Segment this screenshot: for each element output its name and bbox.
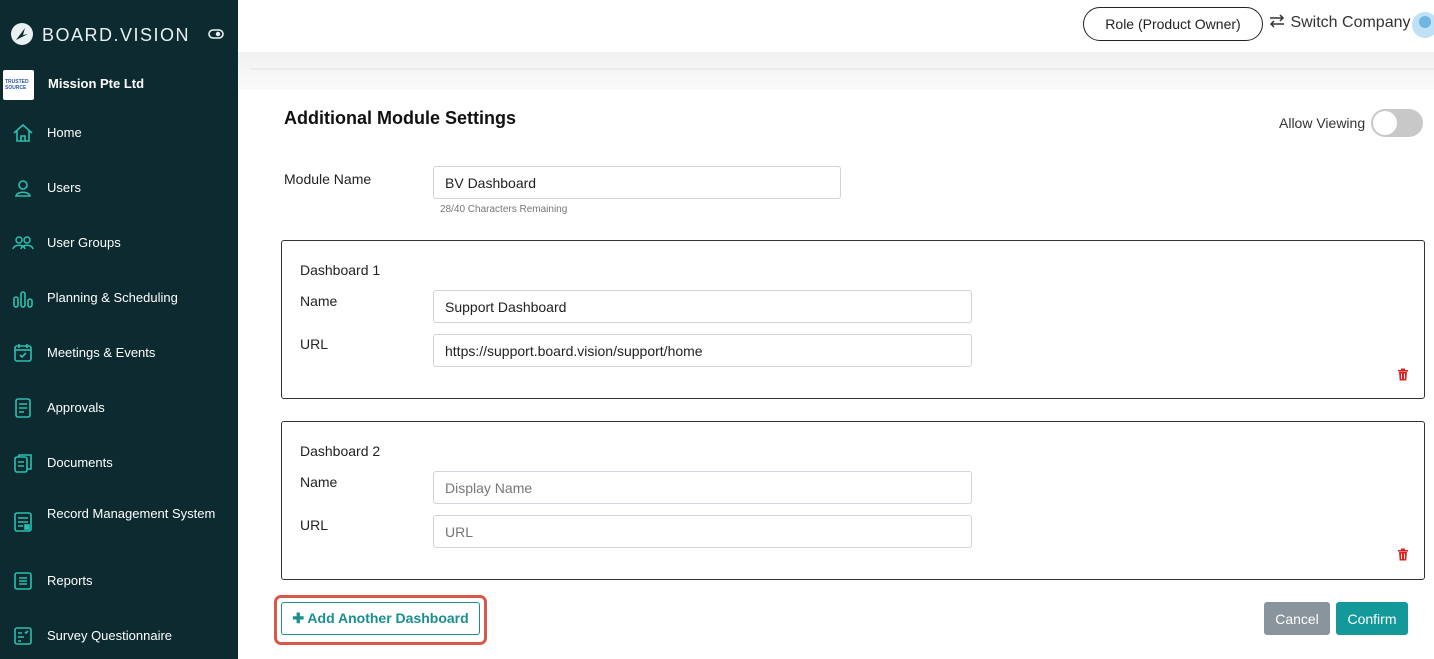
top-bar-shadow [238, 52, 1434, 90]
survey-icon [14, 627, 32, 645]
dashboard-url-input[interactable] [433, 515, 972, 548]
brand-logo[interactable]: BOARD.VISION [0, 14, 238, 54]
sidebar-item-label: Record Management System [47, 506, 216, 521]
sidebar-toggle-icon[interactable] [208, 26, 224, 42]
delete-trash-icon[interactable] [1397, 368, 1409, 381]
module-name-label: Module Name [284, 171, 372, 187]
dashboard-card-1: Dashboard 1 Name URL [281, 240, 1425, 399]
delete-trash-icon[interactable] [1397, 548, 1409, 561]
bar-chart-icon [13, 291, 33, 308]
dashboard-title: Dashboard 2 [300, 443, 381, 459]
board-vision-logo-icon [11, 23, 33, 45]
add-dashboard-label: Add Another Dashboard [307, 610, 469, 626]
dashboard-url-label: URL [300, 336, 329, 352]
user-groups-icon [12, 236, 34, 250]
company-switcher[interactable]: TRUSTED SOURCE Mission Pte Ltd [0, 68, 238, 100]
sidebar-item-label: Meetings & Events [47, 345, 156, 360]
allow-viewing-toggle[interactable] [1371, 109, 1423, 137]
sidebar-item-approvals[interactable]: Approvals [0, 386, 238, 430]
switch-company-label: Switch Company [1290, 14, 1411, 31]
sidebar-item-meetings-events[interactable]: Meetings & Events [0, 331, 238, 375]
confirm-button[interactable]: Confirm [1336, 602, 1408, 635]
sidebar-item-record-management[interactable]: Record Management System [0, 500, 238, 544]
document-icon [15, 398, 31, 418]
page-title: Additional Module Settings [284, 108, 516, 128]
list-icon [14, 572, 32, 590]
sidebar-item-users[interactable]: Users [0, 166, 238, 210]
sidebar-item-label: Documents [47, 455, 113, 470]
sidebar: BOARD.VISION TRUSTED SOURCE Mission Pte … [0, 0, 238, 659]
company-logo-text: TRUSTED SOURCE [5, 79, 29, 91]
sidebar-item-planning-scheduling[interactable]: Planning & Scheduling [0, 276, 238, 320]
sidebar-item-label: Survey Questionnaire [47, 628, 173, 643]
sidebar-item-reports[interactable]: Reports [0, 559, 238, 603]
brand-name: BOARD.VISION [42, 25, 191, 45]
home-icon [13, 123, 33, 142]
dashboard-name-label: Name [300, 293, 338, 309]
dashboard-name-label: Name [300, 474, 338, 490]
sidebar-item-label: User Groups [47, 235, 121, 250]
plus-icon: ✚ [292, 610, 305, 626]
user-avatar[interactable] [1412, 12, 1434, 38]
dashboard-name-input[interactable] [433, 290, 972, 323]
dashboard-url-input[interactable] [433, 334, 972, 367]
cancel-button[interactable]: Cancel [1264, 602, 1330, 635]
sidebar-item-label: Planning & Scheduling [47, 290, 178, 305]
module-name-hint: 28/40 Characters Remaining [440, 204, 568, 215]
dashboard-name-input[interactable] [433, 471, 972, 504]
calendar-icon [14, 344, 32, 362]
add-another-dashboard-button[interactable]: ✚ Add Another Dashboard [281, 602, 480, 635]
toggle-knob [1373, 111, 1397, 135]
company-name: Mission Pte Ltd [48, 76, 145, 91]
swap-icon [1269, 14, 1285, 28]
dashboard-url-label: URL [300, 517, 329, 533]
dashboard-title: Dashboard 1 [300, 262, 381, 278]
user-icon [15, 180, 31, 197]
sidebar-item-survey-questionnaire[interactable]: Survey Questionnaire [0, 614, 238, 658]
records-icon [14, 512, 32, 532]
sidebar-item-label: Reports [47, 573, 93, 588]
switch-company-button[interactable]: Switch Company [1268, 13, 1411, 35]
sidebar-item-label: Home [47, 125, 82, 140]
sidebar-item-label: Users [47, 180, 81, 195]
dashboard-card-2: Dashboard 2 Name URL [281, 421, 1425, 580]
sidebar-item-user-groups[interactable]: User Groups [0, 221, 238, 265]
sidebar-item-documents[interactable]: Documents [0, 441, 238, 485]
company-logo: TRUSTED SOURCE [3, 70, 34, 100]
allow-viewing-label: Allow Viewing [1279, 115, 1366, 131]
sidebar-item-home[interactable]: Home [0, 111, 238, 155]
documents-icon [14, 454, 32, 473]
module-name-input[interactable] [433, 166, 841, 199]
sidebar-item-label: Approvals [47, 400, 105, 415]
role-button[interactable]: Role (Product Owner) [1083, 7, 1263, 41]
